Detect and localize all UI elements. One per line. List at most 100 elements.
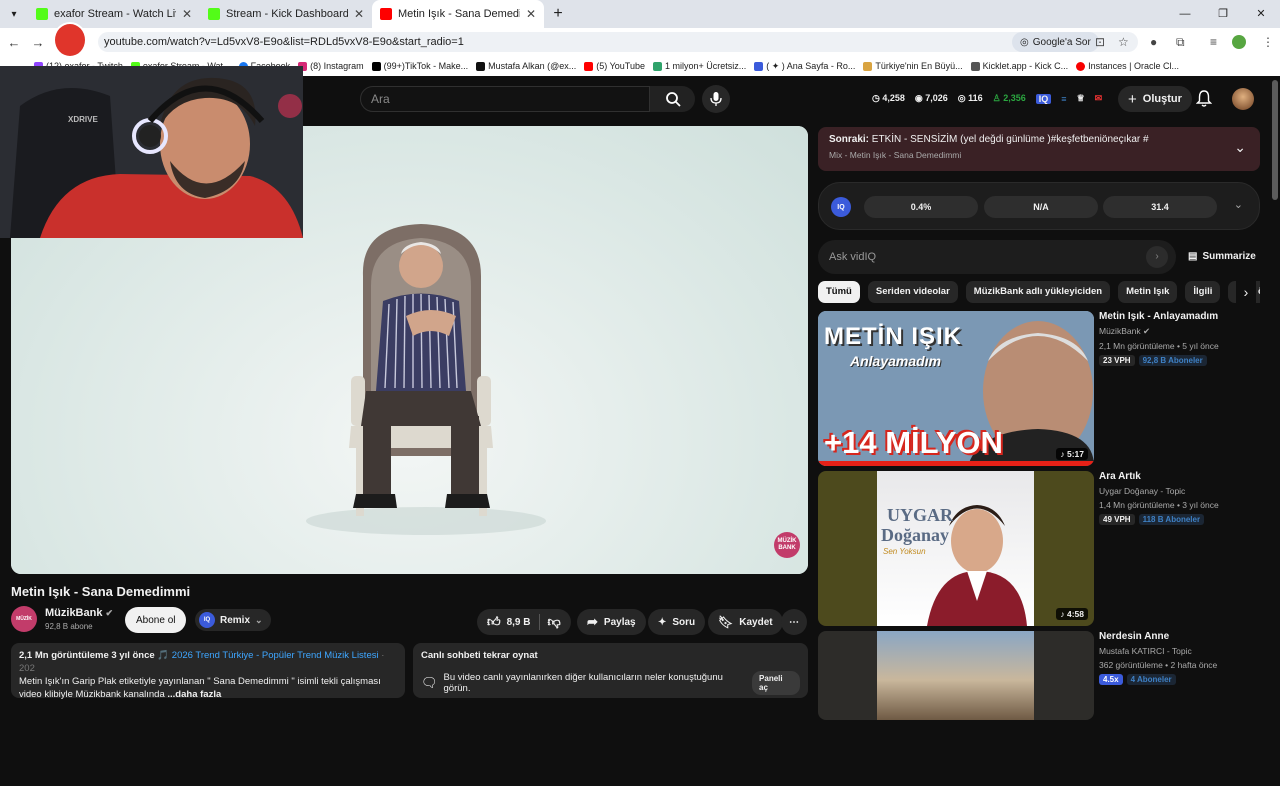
video-meta: Ara Artık Uygar Doğanay - Topic 1,4 Mn g… bbox=[1099, 471, 1269, 525]
bookmark[interactable]: Mustafa Alkan (@ex... bbox=[476, 61, 576, 71]
save-label: Kaydet bbox=[739, 616, 773, 628]
next-title: ETKİN - SENSİZİM (yel değdi günlüme )#ke… bbox=[871, 134, 1149, 145]
channel-avatar[interactable]: MÜZİK bbox=[11, 606, 37, 632]
channel-watermark[interactable]: MÜZİK BANK bbox=[774, 532, 800, 558]
tab-search-icon[interactable]: ▾ bbox=[0, 0, 28, 28]
description-box[interactable]: 2,1 Mn görüntüleme 3 yıl önce 🎵 2026 Tre… bbox=[11, 643, 405, 700]
vidiq-icon: IQ bbox=[199, 612, 215, 628]
close-icon[interactable]: ✕ bbox=[182, 7, 192, 21]
chip-series[interactable]: Seriden videolar bbox=[867, 281, 958, 303]
media-icon[interactable]: ≡ bbox=[1210, 28, 1217, 56]
subscribe-button[interactable]: Abone ol bbox=[125, 607, 187, 633]
channel-name[interactable]: MüzikBank ✔ bbox=[45, 607, 113, 619]
video-thumbnail[interactable] bbox=[818, 631, 1094, 720]
subs-badge: 4 Aboneler bbox=[1126, 674, 1176, 685]
minimize-button[interactable]: — bbox=[1166, 0, 1204, 28]
channel-name[interactable]: Uygar Doğanay - Topic bbox=[1099, 486, 1269, 496]
create-button[interactable]: + Oluştur bbox=[1118, 86, 1192, 112]
kick-icon bbox=[208, 8, 220, 20]
chevron-down-icon[interactable]: ⌄ bbox=[1234, 198, 1243, 211]
bookmark[interactable]: (8) Instagram bbox=[298, 61, 364, 71]
video-thumbnail[interactable]: METİN IŞIK Anlayamadım +14 MİLYON ♪ 5:17 bbox=[818, 311, 1094, 466]
extension-icon[interactable]: ● bbox=[1150, 28, 1157, 56]
send-icon[interactable]: › bbox=[1146, 246, 1168, 268]
tab-1[interactable]: Stream - Kick Dashboard ✕ bbox=[200, 0, 372, 28]
puzzle-icon[interactable]: ⧉ bbox=[1176, 28, 1185, 56]
new-tab-button[interactable]: + bbox=[544, 5, 572, 23]
bookmark[interactable]: ( ✦ ) Ana Sayfa - Ro... bbox=[754, 61, 855, 72]
view-meta: 2,1 Mn görüntüleme • 5 yıl önce bbox=[1099, 341, 1219, 351]
url-field[interactable]: youtube.com/watch?v=Ld5vxV8-E9o&list=RDL… bbox=[98, 32, 1138, 52]
trophy-icon[interactable]: ♕ bbox=[1077, 93, 1085, 104]
menu-icon[interactable]: ⋮ bbox=[1262, 28, 1274, 56]
bell-icon[interactable] bbox=[1195, 90, 1213, 112]
remix-button[interactable]: IQ Remix ⌄ bbox=[195, 609, 271, 631]
album-cover: UYGAR Doğanay Sen Yoksun bbox=[877, 471, 1034, 626]
mic-button[interactable] bbox=[702, 85, 730, 113]
install-icon[interactable]: ⊡ bbox=[1095, 28, 1105, 56]
more-link[interactable]: ...daha fazla bbox=[167, 689, 221, 700]
summarize-label: Summarize bbox=[1202, 251, 1256, 262]
like-button[interactable]: 👍︎ 8,9 B bbox=[487, 614, 531, 630]
playlist-link[interactable]: 🎵 2026 Trend Türkiye - Popüler Trend Müz… bbox=[157, 650, 378, 661]
google-ask-button[interactable]: ◎ Google'a Sor bbox=[1012, 32, 1099, 52]
save-button[interactable]: 🔖︎ Kaydet bbox=[708, 609, 783, 635]
bookmark[interactable]: 1 milyon+ Ücretsiz... bbox=[652, 61, 746, 71]
close-icon[interactable]: ✕ bbox=[526, 7, 536, 21]
thumb-text-big: +14 MİLYON bbox=[824, 425, 1003, 460]
account-avatar[interactable] bbox=[1232, 88, 1254, 110]
bookmark[interactable]: Türkiye'nin En Büyü... bbox=[863, 61, 963, 71]
share-button[interactable]: ➦ Paylaş bbox=[577, 609, 646, 635]
thumb-text-top: UYGAR bbox=[887, 505, 953, 525]
thumbs-down-icon[interactable]: 👎︎ bbox=[548, 614, 561, 630]
open-panel-button[interactable]: Paneli aç bbox=[752, 671, 800, 695]
tab-0[interactable]: exafor Stream - Watch Live on ✕ bbox=[28, 0, 200, 28]
related-video-card[interactable]: UYGAR Doğanay Sen Yoksun ♪ 4:58 Ara Artı… bbox=[818, 471, 1270, 626]
star-icon[interactable]: ☆ bbox=[1118, 28, 1129, 56]
profile-icon[interactable] bbox=[1232, 28, 1246, 56]
summarize-button[interactable]: ▤ Summarize bbox=[1188, 251, 1256, 262]
chip-related[interactable]: İlgili bbox=[1185, 281, 1221, 303]
tab-2[interactable]: Metin Işık - Sana Demedimmi ✕ bbox=[372, 0, 544, 28]
bookmark[interactable]: (99+)TikTok - Make... bbox=[371, 61, 468, 71]
lens-icon: ◎ bbox=[1020, 36, 1029, 48]
alert-icon[interactable]: ✉ bbox=[1095, 93, 1103, 104]
chevron-down-icon[interactable]: ⌄ bbox=[1234, 139, 1246, 156]
ask-vidiq-input[interactable]: Ask vidIQ › bbox=[818, 240, 1176, 274]
chip-artist[interactable]: Metin Işık bbox=[1118, 281, 1178, 303]
up-next-box[interactable]: Sonraki: ETKİN - SENSİZİM (yel değdi gün… bbox=[818, 127, 1260, 171]
forward-icon[interactable]: → bbox=[26, 35, 50, 50]
page-scrollbar[interactable] bbox=[1272, 80, 1278, 200]
channel-name[interactable]: Mustafa KATIRCI - Topic bbox=[1099, 646, 1269, 656]
back-icon[interactable]: ← bbox=[2, 35, 26, 50]
subscriber-count: 92,8 B abone bbox=[45, 622, 93, 631]
close-icon[interactable]: ✕ bbox=[354, 7, 364, 21]
bookmark[interactable]: Instances | Oracle Cl... bbox=[1076, 61, 1179, 71]
ask-button[interactable]: ✦ Soru bbox=[648, 609, 706, 635]
search-button[interactable] bbox=[650, 86, 695, 112]
bookmark[interactable]: (5) YouTube bbox=[584, 61, 645, 71]
video-thumbnail[interactable]: UYGAR Doğanay Sen Yoksun ♪ 4:58 bbox=[818, 471, 1094, 626]
list-icon[interactable]: ≡ bbox=[1061, 94, 1066, 104]
video-title[interactable]: Metin Işık - Anlayamadım bbox=[1099, 311, 1269, 322]
video-title[interactable]: Nerdesin Anne bbox=[1099, 631, 1269, 642]
thumb-text-top: METİN IŞIK bbox=[824, 323, 963, 350]
chat-replay-box: Canlı sohbeti tekrar oynat 🗨︎ Bu video c… bbox=[413, 643, 808, 698]
bookmark[interactable]: Kicklet.app - Kick C... bbox=[970, 61, 1068, 71]
share-label: Paylaş bbox=[603, 616, 636, 628]
close-window-button[interactable]: ✕ bbox=[1242, 0, 1280, 28]
maximize-button[interactable]: ❐ bbox=[1204, 0, 1242, 28]
iq-score-2: N/A bbox=[984, 196, 1098, 218]
channel-name[interactable]: MüzikBank bbox=[1099, 326, 1141, 336]
google-ask-label: Google'a Sor bbox=[1032, 36, 1091, 48]
video-title[interactable]: Ara Artık bbox=[1099, 471, 1269, 482]
search-input[interactable]: Ara bbox=[360, 86, 650, 112]
chip-uploader[interactable]: MüzikBank adlı yükleyiciden bbox=[965, 281, 1111, 303]
related-video-card[interactable]: Nerdesin Anne Mustafa KATIRCI - Topic 36… bbox=[818, 631, 1270, 786]
chip-all[interactable]: Tümü bbox=[818, 281, 860, 303]
vidiq-icon[interactable]: IQ bbox=[1035, 93, 1052, 104]
related-video-card[interactable]: METİN IŞIK Anlayamadım +14 MİLYON ♪ 5:17… bbox=[818, 311, 1270, 466]
chevron-right-icon[interactable]: › bbox=[1236, 281, 1256, 303]
more-button[interactable]: ⋯ bbox=[781, 609, 807, 635]
create-label: Oluştur bbox=[1142, 93, 1182, 105]
